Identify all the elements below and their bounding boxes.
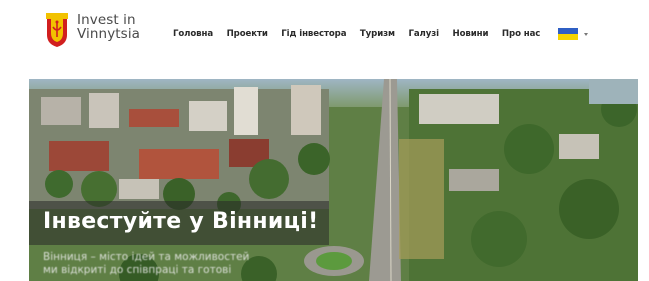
nav-item-projects[interactable]: Проекти [227, 29, 268, 39]
language-selector[interactable] [557, 28, 588, 40]
hero-subtitle-line-1: Вінниця – місто ідей та можливостей [43, 251, 250, 263]
site-header: Invest in Vinnytsia Головна Проекти Гід … [0, 0, 649, 70]
nav-item-investor-guide[interactable]: Гід інвестора [281, 29, 346, 39]
chevron-down-icon [583, 32, 588, 36]
ukraine-flag-icon [557, 28, 578, 40]
nav-item-news[interactable]: Новини [453, 29, 489, 39]
vinnytsia-crest-icon [46, 13, 68, 47]
logo-line-1: Invest in [77, 12, 136, 28]
main-nav: Головна Проекти Гід інвестора Туризм Гал… [173, 28, 588, 40]
logo-line-2: Vinnytsia [77, 26, 141, 42]
hero-subtitle: Вінниця – місто ідей та можливостей ми в… [43, 251, 343, 277]
logo-text: Invest in Vinnytsia [77, 13, 140, 41]
hero-subtitle-line-2: ми відкриті до співпраці та готові [43, 264, 232, 276]
hero-banner: Інвестуйте у Вінниці! Вінниця – місто ід… [29, 79, 638, 281]
nav-item-home[interactable]: Головна [173, 29, 213, 39]
nav-item-industries[interactable]: Галузі [408, 29, 439, 39]
site-logo[interactable]: Invest in Vinnytsia [46, 13, 140, 47]
nav-item-tourism[interactable]: Туризм [360, 29, 395, 39]
nav-item-about[interactable]: Про нас [502, 29, 540, 39]
hero-title: Інвестуйте у Вінниці! [43, 209, 319, 234]
